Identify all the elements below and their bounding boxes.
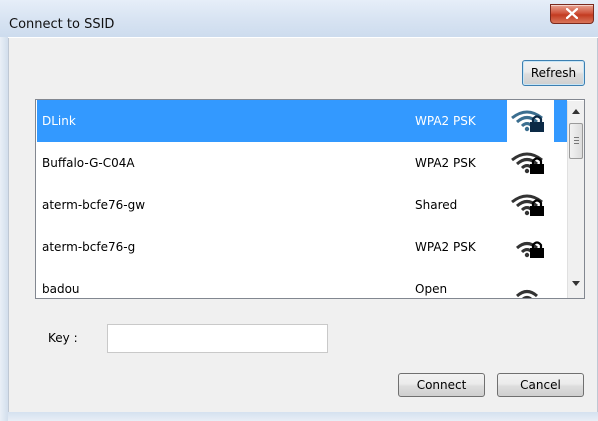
signal-cell — [507, 100, 554, 142]
network-ssid: aterm-bcfe76-g — [42, 240, 136, 254]
refresh-button[interactable]: Refresh — [522, 60, 585, 86]
connect-ssid-dialog: Connect to SSID Refresh DLink WPA2 PSK B… — [0, 0, 598, 421]
key-label: Key : — [48, 331, 78, 345]
scrollbar-thumb[interactable] — [569, 123, 583, 159]
wifi-locked-icon — [511, 152, 544, 174]
network-row[interactable]: Buffalo-G-C04A WPA2 PSK — [37, 142, 567, 184]
network-security: WPA2 PSK — [415, 156, 476, 170]
signal-cell — [507, 268, 554, 298]
thumb-grip-line — [574, 137, 579, 138]
thumb-grip-line — [574, 143, 579, 144]
signal-cell — [507, 142, 554, 184]
network-row[interactable]: DLink WPA2 PSK — [37, 100, 567, 142]
network-row[interactable]: aterm-bcfe76-g WPA2 PSK — [37, 226, 567, 268]
network-list[interactable]: DLink WPA2 PSK Buffalo-G-C04A WPA2 PSK a… — [35, 99, 585, 299]
network-ssid: Buffalo-G-C04A — [42, 156, 135, 170]
close-icon — [566, 8, 578, 19]
wifi-locked-icon — [511, 110, 544, 132]
close-button[interactable] — [550, 4, 594, 24]
connect-button[interactable]: Connect — [398, 373, 485, 397]
wifi-locked-icon — [511, 194, 544, 216]
title-bar[interactable]: Connect to SSID — [0, 0, 598, 37]
key-input[interactable] — [107, 324, 328, 353]
network-security: WPA2 PSK — [415, 114, 476, 128]
network-row[interactable]: badou Open — [37, 268, 567, 298]
thumb-grip-line — [574, 140, 579, 141]
network-security: Shared — [415, 198, 458, 212]
signal-cell — [507, 226, 554, 268]
signal-cell — [507, 184, 554, 226]
network-ssid: badou — [42, 282, 80, 296]
network-ssid: aterm-bcfe76-gw — [42, 198, 146, 212]
network-security: Open — [415, 282, 448, 296]
wifi-locked-icon — [515, 241, 544, 258]
window-frame-bottom — [8, 412, 598, 421]
window-frame-left — [0, 37, 8, 421]
scroll-down-icon[interactable] — [572, 281, 580, 286]
network-list-scrollbar[interactable] — [567, 101, 584, 298]
network-ssid: DLink — [42, 114, 76, 128]
cancel-button[interactable]: Cancel — [497, 373, 584, 397]
network-security: WPA2 PSK — [415, 240, 476, 254]
network-row[interactable]: aterm-bcfe76-gw Shared — [37, 184, 567, 226]
wifi-icon — [515, 290, 539, 298]
scroll-up-icon[interactable] — [572, 109, 580, 114]
dialog-title: Connect to SSID — [9, 17, 115, 32]
